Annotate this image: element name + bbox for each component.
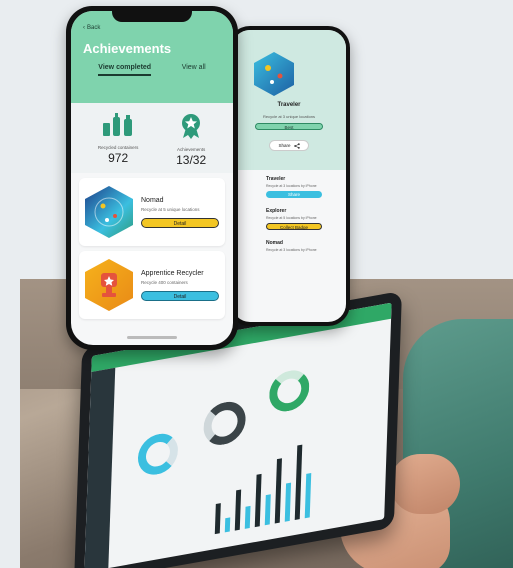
back-label: Back (87, 25, 101, 31)
chevron-left-icon: ‹ (83, 25, 85, 31)
stat-recycled: Recycled containers 972 (97, 113, 139, 167)
list-item-name: Explorer (266, 208, 287, 214)
back-button[interactable]: ‹ Back (83, 25, 221, 31)
globe-hex-badge-icon (85, 186, 133, 238)
list-item-button[interactable]: Collect Badge (266, 223, 322, 230)
share-icon (293, 142, 300, 149)
achievement-name: Nomad (141, 196, 164, 204)
achievement-name: Apprentice Recycler (141, 269, 204, 277)
stat-value: 972 (108, 151, 129, 165)
stat-label: Achievements (176, 147, 206, 152)
list-item[interactable]: Traveler Recycle at 3 locations by iPhon… (266, 176, 342, 198)
achievement-card[interactable]: Nomad Recycle at 5 unique locations Deta… (79, 178, 225, 246)
achievement-desc: Recycle at 5 unique locations (141, 206, 200, 212)
tablet-donut-chart (202, 398, 247, 449)
hero-description: Recycle at 3 unique locations (262, 114, 316, 119)
list-item-button[interactable]: Share (266, 191, 322, 198)
hero-button[interactable]: Best (255, 123, 323, 130)
share-label: Share (278, 143, 291, 148)
achievement-card[interactable]: Apprentice Recycler Recycle 400 containe… (79, 251, 225, 319)
home-indicator[interactable] (127, 336, 177, 339)
tablet-sidebar (84, 367, 116, 568)
person-hand-fingers (390, 454, 460, 514)
list-item-name: Traveler (266, 176, 286, 182)
front-phone-screen: ‹ Back Achievements View completed View … (71, 11, 233, 345)
back-phone: Traveler Recycle at 3 unique locations B… (228, 26, 350, 326)
back-phone-hero: Traveler Recycle at 3 unique locations B… (232, 30, 346, 170)
traveler-badge-icon (254, 52, 294, 96)
trophy-hex-badge-icon (85, 259, 133, 311)
stat-achievements: Achievements 13/32 (176, 113, 206, 167)
back-phone-screen: Traveler Recycle at 3 unique locations B… (232, 30, 346, 322)
tablet-bar-chart (214, 437, 313, 535)
detail-button[interactable]: Detail (141, 290, 219, 301)
tab-view-all[interactable]: View all (182, 64, 206, 76)
front-phone: ‹ Back Achievements View completed View … (66, 6, 238, 350)
stat-label: Recycled containers (97, 145, 139, 150)
share-button[interactable]: Share (269, 140, 309, 151)
tab-view-completed[interactable]: View completed (98, 64, 152, 76)
page-title: Achievements (83, 41, 172, 56)
achievements-tabs: View completed View all (83, 64, 221, 76)
achievements-header: ‹ Back Achievements View completed View … (71, 11, 233, 103)
achievement-desc: Recycle 400 containers (141, 279, 188, 285)
award-ribbon-icon (182, 114, 201, 139)
list-item[interactable]: Nomad Recycle at 3 locations by iPhone (266, 240, 342, 252)
phone-notch (112, 6, 192, 22)
stats-row: Recycled containers 972 Achievements 13/… (71, 103, 233, 173)
tablet-donut-chart (137, 430, 179, 478)
list-item-desc: Recycle at 5 locations by iPhone (266, 216, 317, 220)
back-phone-list: Traveler Recycle at 3 locations by iPhon… (232, 170, 346, 252)
tablet-donut-chart (268, 367, 310, 415)
hero-title: Traveler (277, 102, 301, 108)
bottles-icon (103, 113, 133, 136)
detail-button[interactable]: Detail (141, 217, 219, 228)
list-item-desc: Recycle at 3 locations by iPhone (266, 184, 317, 188)
list-item-desc: Recycle at 3 locations by iPhone (266, 248, 317, 252)
list-item[interactable]: Explorer Recycle at 5 locations by iPhon… (266, 208, 342, 230)
list-item-name: Nomad (266, 240, 283, 246)
stat-value: 13/32 (176, 153, 207, 167)
